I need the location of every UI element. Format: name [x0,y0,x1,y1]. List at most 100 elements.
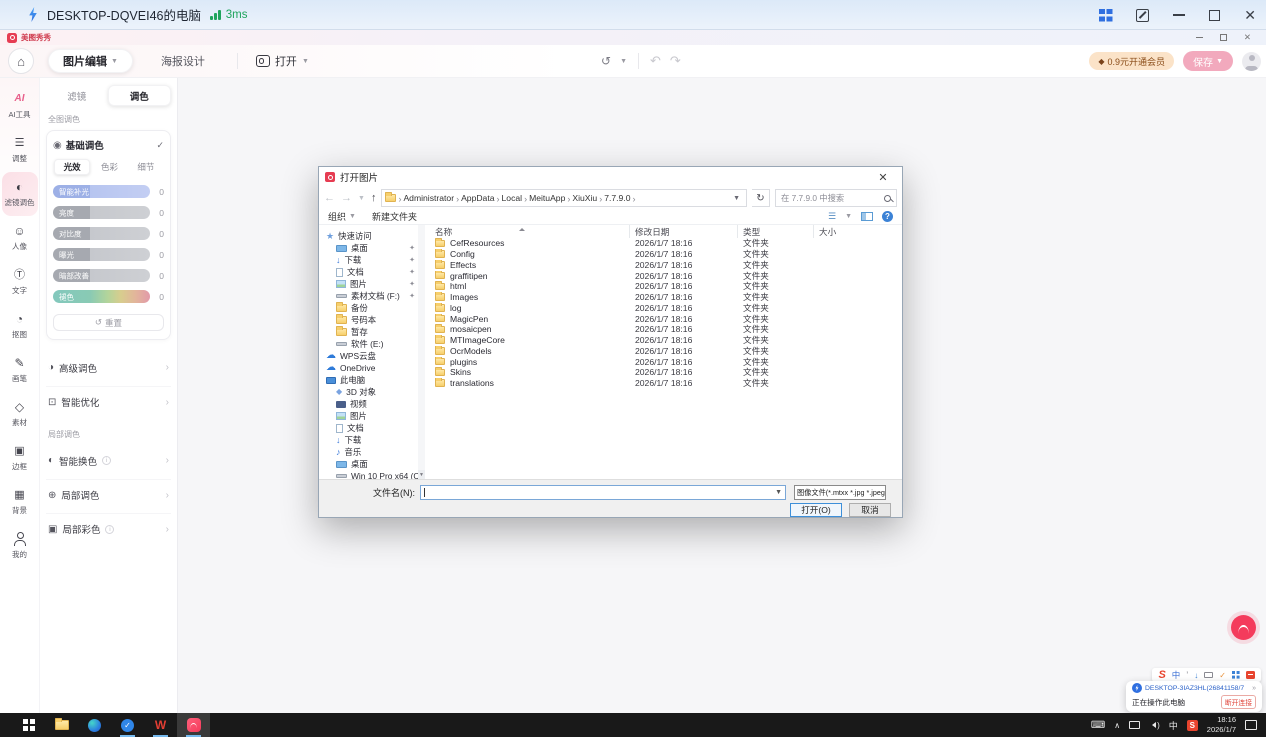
breadcrumb[interactable]: Administrator AppData Local MeituApp Xiu… [381,189,747,207]
slider[interactable]: 亮度 [53,206,150,219]
sidebar-item[interactable]: 抠图 [2,304,38,348]
new-folder-button[interactable]: 新建文件夹 [372,210,417,223]
punctuation-icon[interactable]: ’ [1186,670,1188,680]
sidebar-item[interactable]: 背景 [2,480,38,524]
slider[interactable]: 暗部改善 [53,269,150,282]
expand-icon[interactable]: » [1252,685,1256,692]
ime-indicator[interactable]: 中 [1169,719,1178,732]
file-explorer-button[interactable] [45,713,78,737]
minimize-button[interactable] [1173,14,1185,16]
sogou-logo-icon[interactable]: S [1158,669,1165,681]
avatar[interactable] [1242,52,1261,71]
sidebar-item[interactable]: 文字 [2,260,38,304]
row-smart-optimize[interactable]: ⊡ 智能优化 › [46,386,171,417]
tab-light-effect[interactable]: 光效 [54,159,90,175]
filename-input[interactable]: ▼ [420,485,786,500]
tree-item[interactable]: 桌面 ✦ [319,242,418,254]
slider[interactable]: 对比度 [53,227,150,240]
app-minimize-button[interactable] [1196,37,1203,38]
save-button[interactable]: 保存 ▼ [1183,51,1233,71]
tree-item[interactable]: Win 10 Pro x64 (C:) [319,470,418,479]
tab-detail[interactable]: 细节 [129,159,163,175]
file-row[interactable]: Skins 2026/1/7 18:16 文件夹 [425,367,902,378]
file-row[interactable]: Images 2026/1/7 18:16 文件夹 [425,292,902,303]
tree-item[interactable]: 3D 对象 [319,386,418,398]
preview-pane-icon[interactable] [861,212,873,221]
close-button[interactable]: ✕ [1244,8,1256,22]
back-icon[interactable]: ← [324,192,335,204]
history-chevron-icon[interactable]: ▼ [358,195,365,202]
tree-item[interactable]: 暂存 [319,326,418,338]
column-header-type[interactable]: 类型 [738,225,814,238]
tree-item[interactable]: 软件 (E:) [319,338,418,350]
tree-item[interactable]: OneDrive [319,362,418,374]
sidebar-item[interactable]: 滤镜调色 [2,172,38,216]
refresh-button[interactable]: ↻ [752,189,770,207]
file-row[interactable]: translations 2026/1/7 18:16 文件夹 [425,378,902,389]
column-header-date[interactable]: 修改日期 [630,225,738,238]
clock[interactable]: 18:16 2026/1/7 [1207,715,1236,735]
check-icon[interactable]: ✓ [156,140,164,151]
tab-filter[interactable]: 滤镜 [46,85,108,106]
tree-item[interactable]: 文档 ✦ [319,266,418,278]
open-button[interactable]: 打开(O) [790,503,842,517]
sogou-tray-icon[interactable] [1187,720,1198,731]
undo-icon[interactable]: ↶ [650,53,661,69]
sidebar-item[interactable]: 素材 [2,392,38,436]
meitu-float-button[interactable] [1231,615,1256,640]
chevron-down-icon[interactable]: ▼ [620,58,627,65]
keyboard-icon[interactable] [1204,672,1213,678]
file-row[interactable]: html 2026/1/7 18:16 文件夹 [425,281,902,292]
row-partial-color[interactable]: ▣ 局部彩色 › [46,513,171,544]
hidden-icons-chevron[interactable]: ∧ [1114,721,1120,730]
column-header-size[interactable]: 大小 [814,225,902,238]
search-input[interactable]: 在 7.7.9.0 中搜索 [775,189,897,207]
file-row[interactable]: graffitipen 2026/1/7 18:16 文件夹 [425,270,902,281]
list-view-icon[interactable]: ☰ [828,211,836,222]
tab-image-edit[interactable]: 图片编辑 ▼ [48,49,133,73]
tree-item[interactable]: 视频 [319,398,418,410]
check-icon[interactable]: ✓ [1219,671,1226,680]
scroll-down-icon[interactable]: ▼ [418,470,425,479]
volume-icon[interactable] [1149,721,1160,730]
disconnect-button[interactable]: 断开连接 [1221,695,1256,709]
edge-button[interactable] [78,713,111,737]
breadcrumb-item[interactable]: MeituApp [527,193,567,203]
history-icon[interactable]: ↺ [601,54,611,68]
breadcrumb-item[interactable]: AppData [459,193,496,203]
redo-icon[interactable]: ↷ [670,53,681,69]
download-icon[interactable]: ↓ [1194,671,1198,680]
tab-color[interactable]: 调色 [108,85,172,106]
up-icon[interactable]: ↑ [371,192,377,204]
sidebar-item[interactable]: 我的 [2,524,38,568]
edit-note-icon[interactable] [1136,9,1149,22]
breadcrumb-item[interactable]: Local [500,193,525,203]
file-row[interactable]: mosaicpen 2026/1/7 18:16 文件夹 [425,324,902,335]
remote-app-button[interactable] [111,713,144,737]
file-row[interactable]: OcrModels 2026/1/7 18:16 文件夹 [425,346,902,357]
file-row[interactable]: log 2026/1/7 18:16 文件夹 [425,303,902,314]
dialog-close-button[interactable]: ✕ [870,171,896,184]
organize-button[interactable]: 组织 ▼ [328,210,356,223]
sidebar-item[interactable]: 调整 [2,128,38,172]
info-icon[interactable] [102,456,111,465]
slider[interactable]: 曝光 [53,248,150,261]
file-row[interactable]: Effects 2026/1/7 18:16 文件夹 [425,260,902,271]
tree-item[interactable]: 图片 [319,410,418,422]
reset-button[interactable]: ↺ 重置 [53,314,164,331]
chevron-down-icon[interactable]: ▼ [845,213,852,220]
cancel-button[interactable]: 取消 [849,503,891,517]
sidebar-item[interactable]: AI工具 [2,84,38,128]
column-header-name[interactable]: 名称 [425,225,630,238]
slider[interactable]: 褪色 [53,290,150,303]
sidebar-item[interactable]: 画笔 [2,348,38,392]
row-local-color[interactable]: ⊕ 局部调色 › [46,479,171,510]
info-icon[interactable] [105,525,114,534]
tree-item[interactable]: 备份 [319,302,418,314]
app-close-button[interactable]: ✕ [1244,33,1251,42]
action-center-icon[interactable] [1245,720,1257,730]
file-row[interactable]: Config 2026/1/7 18:16 文件夹 [425,249,902,260]
open-image-button[interactable]: 打开 ▼ [256,53,309,69]
skin-grid-icon[interactable] [1232,671,1240,679]
slider[interactable]: 智能补光 [53,185,150,198]
